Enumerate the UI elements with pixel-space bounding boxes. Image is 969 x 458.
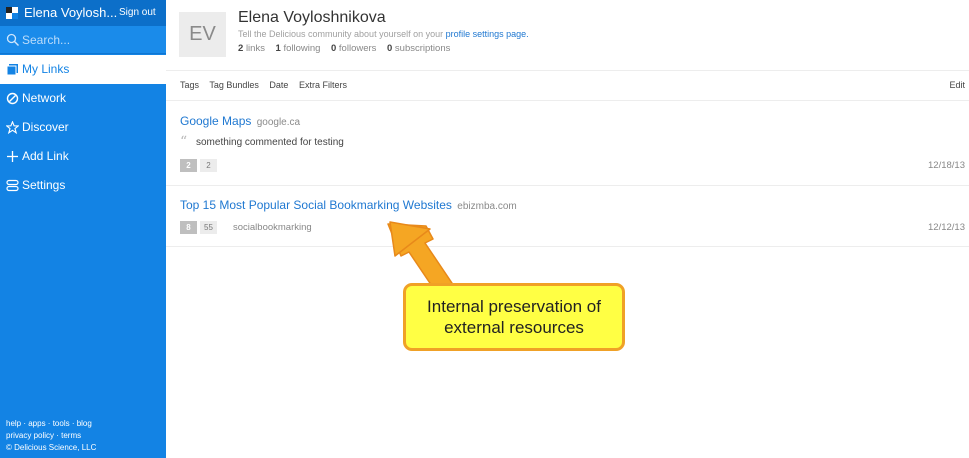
link-date: 12/18/13	[928, 160, 965, 171]
link-domain: google.ca	[256, 117, 301, 128]
link-title[interactable]: Google Maps google.ca	[180, 114, 300, 128]
sidebar-item-network[interactable]: Network	[0, 84, 166, 113]
network-icon	[6, 92, 19, 105]
my-links-icon	[6, 64, 18, 76]
sidebar: Elena Voylosh... Sign out My Links Netwo…	[0, 0, 166, 458]
filter-bar: Tags Tag Bundles Date Extra Filters	[180, 80, 355, 90]
sidebar-item-label: Settings	[22, 178, 66, 192]
edit-button[interactable]: Edit	[949, 80, 965, 90]
link-date: 12/12/13	[928, 222, 965, 233]
divider	[166, 185, 969, 186]
divider	[166, 70, 969, 71]
link-domain: ebizmba.com	[457, 201, 517, 212]
save-count-badge[interactable]: 8	[180, 221, 197, 234]
search-icon	[6, 33, 19, 46]
callout-line: Internal preservation of	[427, 297, 601, 316]
sidebar-item-add-link[interactable]: Add Link	[0, 142, 166, 171]
main-content: EV Elena Voyloshnikova Tell the Deliciou…	[166, 0, 969, 458]
annotation-callout: Internal preservation of external resour…	[403, 283, 625, 351]
link-title-text[interactable]: Google Maps	[180, 114, 251, 128]
user-name[interactable]: Elena Voylosh...	[24, 5, 117, 20]
app: Elena Voylosh... Sign out My Links Netwo…	[0, 0, 969, 458]
tagline-text: Tell the Delicious community about yours…	[238, 29, 446, 39]
profile-stats: 2 links 1 following 0 followers 0 subscr…	[238, 43, 450, 54]
search-bar	[0, 26, 166, 54]
sidebar-item-settings[interactable]: Settings	[0, 171, 166, 200]
user-bar: Elena Voylosh... Sign out	[0, 0, 166, 26]
filter-extra[interactable]: Extra Filters	[299, 80, 347, 90]
sidebar-footer: help · apps · tools · blog privacy polic…	[6, 418, 96, 454]
filter-date[interactable]: Date	[269, 80, 288, 90]
divider	[166, 100, 969, 101]
search-input[interactable]	[22, 30, 158, 50]
stat-links[interactable]: 2 links	[238, 43, 265, 54]
filter-tag-bundles[interactable]: Tag Bundles	[209, 80, 259, 90]
profile-settings-link[interactable]: profile settings page.	[446, 29, 529, 39]
delicious-logo-icon[interactable]	[6, 7, 18, 19]
sidebar-item-label: Network	[22, 91, 67, 105]
sidebar-item-my-links[interactable]: My Links	[0, 55, 166, 84]
callout-line: external resources	[444, 318, 584, 337]
quote-icon: “	[180, 134, 188, 150]
link-title[interactable]: Top 15 Most Popular Social Bookmarking W…	[180, 198, 517, 212]
footer-links[interactable]: help · apps · tools · blog	[6, 418, 96, 430]
stat-subscriptions[interactable]: 0 subscriptions	[387, 43, 450, 54]
plus-icon	[7, 151, 18, 162]
avatar: EV	[179, 12, 226, 57]
sign-out-link[interactable]: Sign out	[119, 7, 156, 18]
link-title-text[interactable]: Top 15 Most Popular Social Bookmarking W…	[180, 198, 452, 212]
footer-legal-links[interactable]: privacy policy · terms	[6, 430, 96, 442]
link-tag[interactable]: socialbookmarking	[233, 222, 312, 233]
star-icon	[6, 121, 19, 134]
sidebar-item-label: Discover	[22, 120, 69, 134]
copyright: © Delicious Science, LLC	[6, 443, 97, 452]
share-count-badge[interactable]: 55	[200, 221, 217, 234]
sidebar-item-label: Add Link	[22, 149, 69, 163]
sidebar-item-discover[interactable]: Discover	[0, 113, 166, 142]
divider	[166, 246, 969, 247]
profile-tagline: Tell the Delicious community about yours…	[238, 29, 529, 39]
filter-tags[interactable]: Tags	[180, 80, 199, 90]
save-count-badge[interactable]: 2	[180, 159, 197, 172]
stat-following[interactable]: 1 following	[276, 43, 321, 54]
link-comment: something commented for testing	[196, 137, 344, 148]
stat-followers[interactable]: 0 followers	[331, 43, 376, 54]
sidebar-item-label: My Links	[22, 62, 70, 76]
settings-icon	[6, 179, 19, 192]
profile-name: Elena Voyloshnikova	[238, 9, 386, 26]
share-count-badge[interactable]: 2	[200, 159, 217, 172]
